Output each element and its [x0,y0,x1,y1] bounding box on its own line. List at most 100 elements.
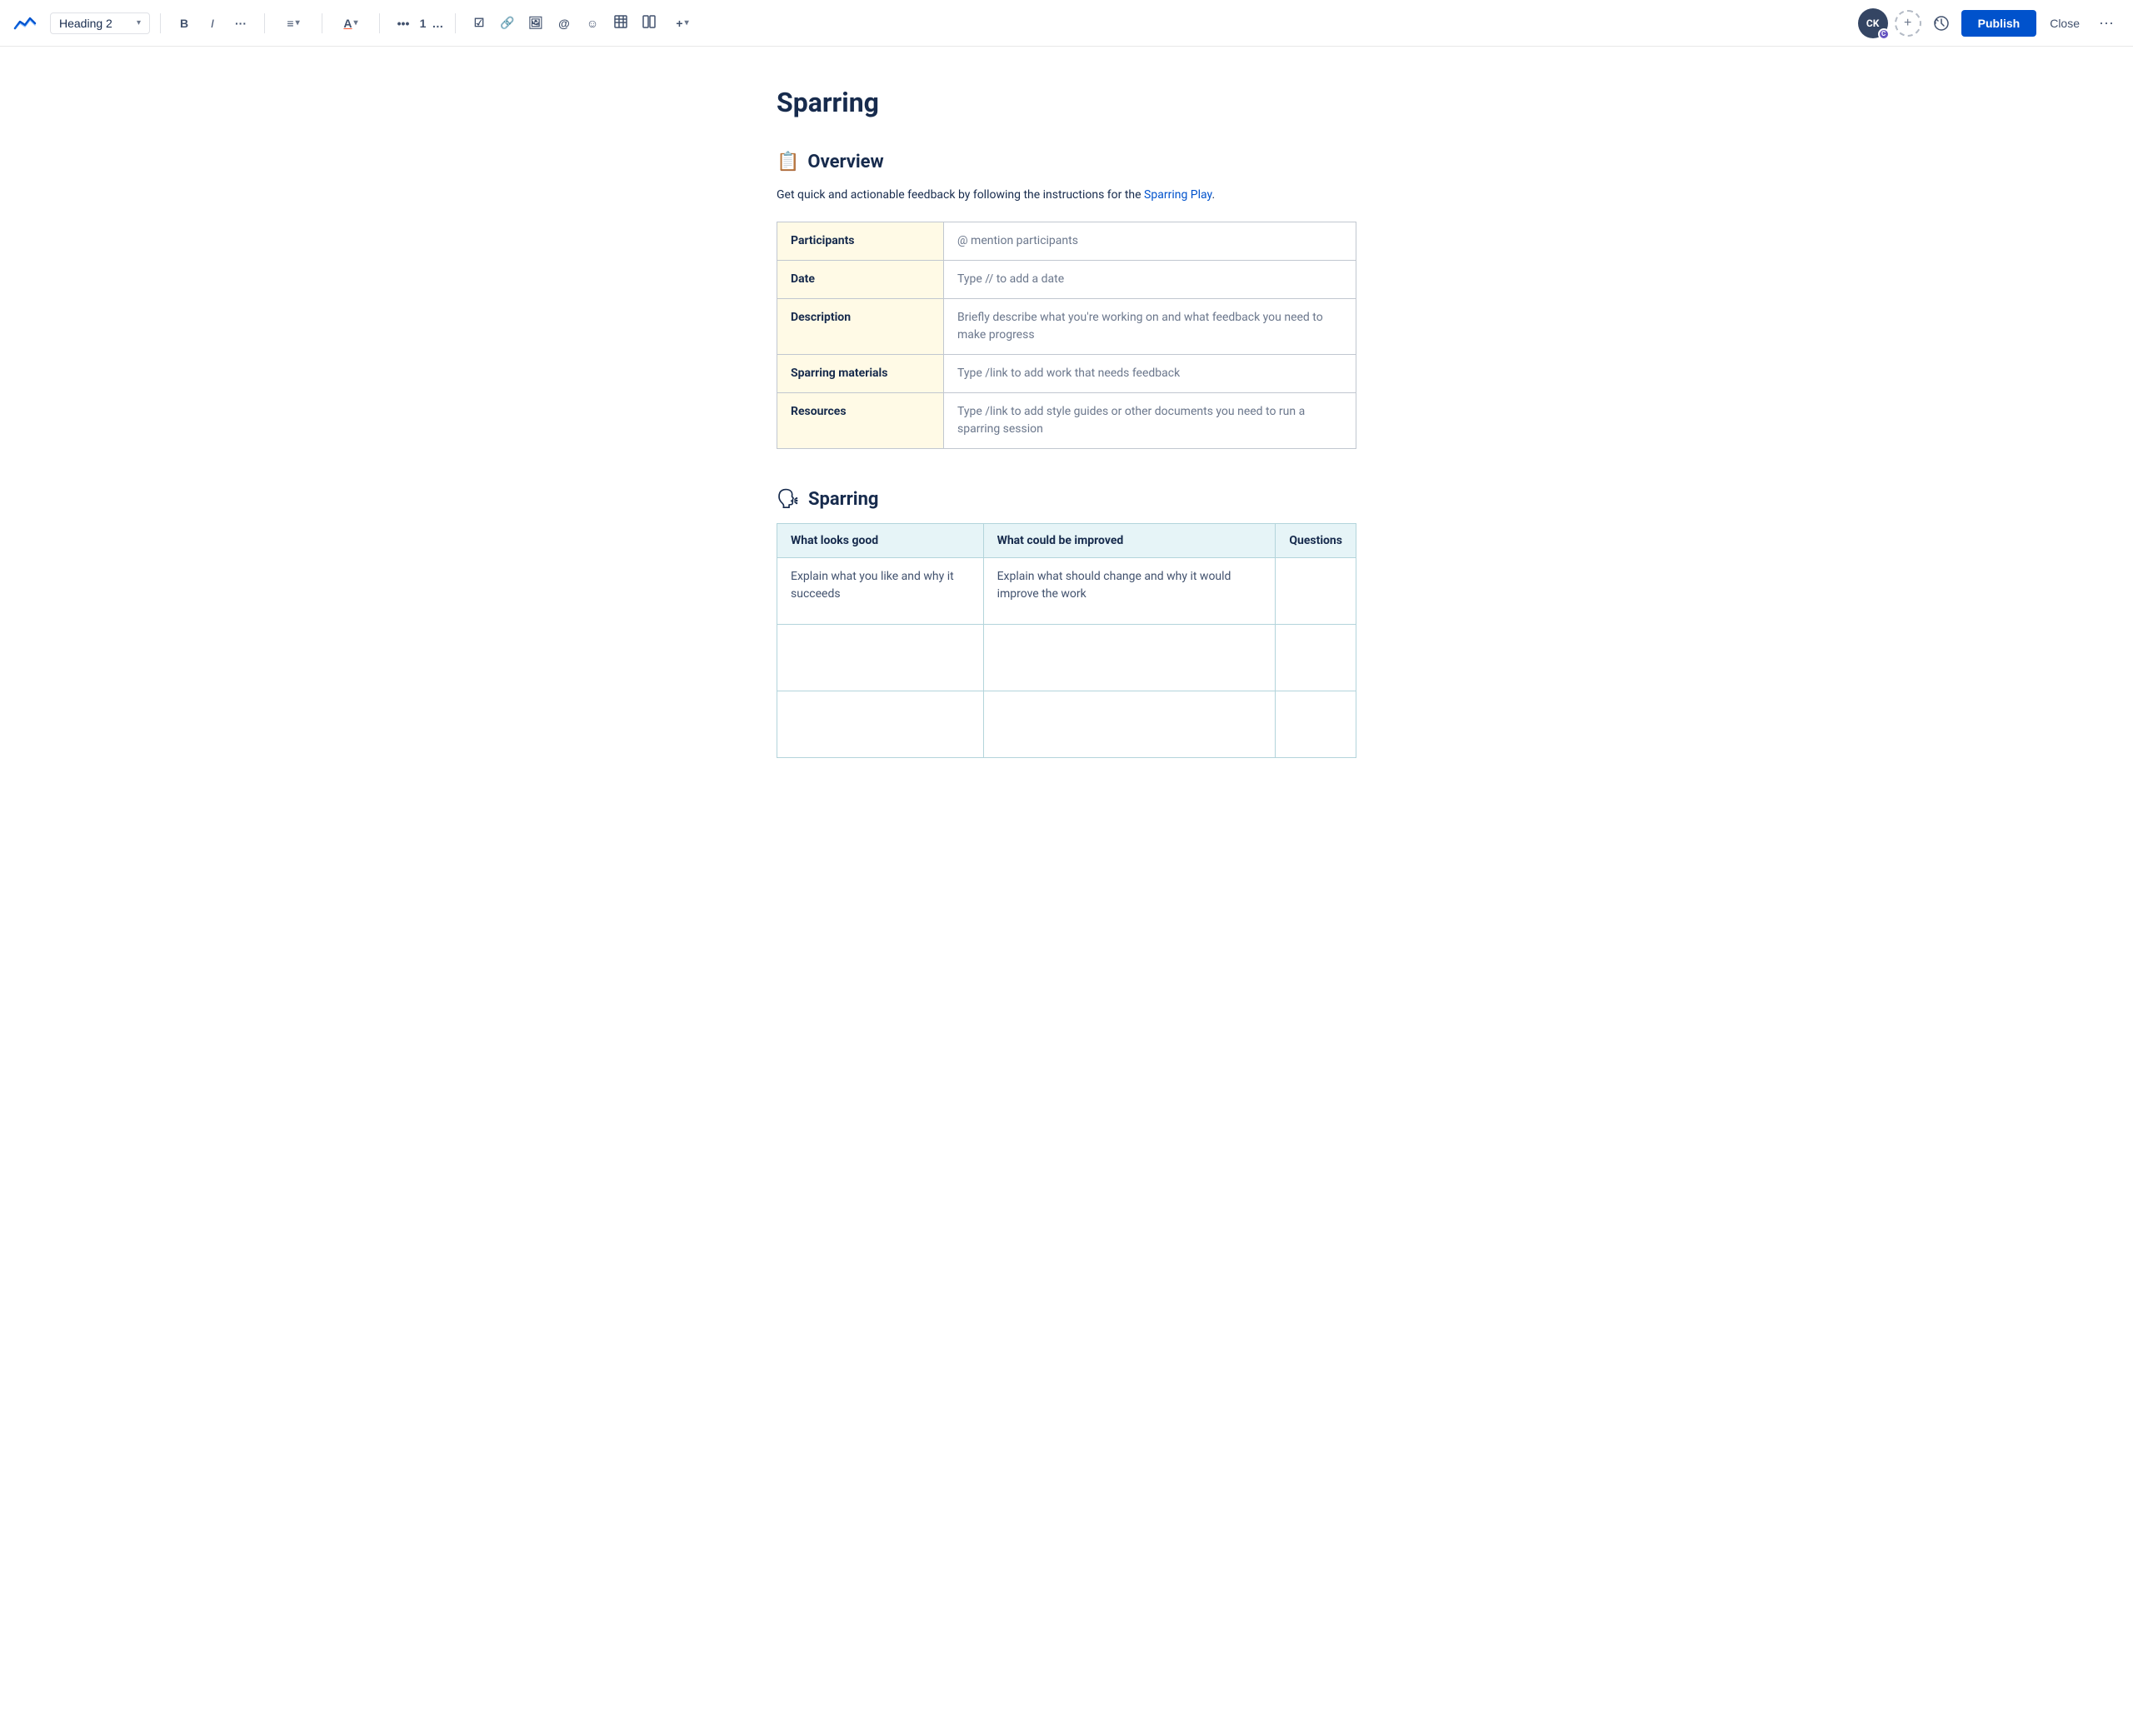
toolbar-divider-5 [455,13,456,33]
history-icon [1933,15,1950,32]
publish-button[interactable]: Publish [1961,10,2037,37]
emoji-button[interactable]: ☺ [579,10,606,37]
app-logo[interactable] [13,12,37,35]
clipboard-icon: 📋 [777,152,799,172]
sparring-column-header: What could be improved [983,523,1276,557]
sparring-cell-empty[interactable] [1276,691,1356,757]
toolbar-divider-4 [379,13,380,33]
sparring-table-row[interactable] [777,624,1356,691]
list-buttons: ••• 1 … [390,10,445,37]
image-icon: 🖼 [528,16,543,30]
sparring-cell-empty[interactable] [777,691,984,757]
text-color-button[interactable]: A ▾ [332,10,369,37]
overview-section: 📋 Overview Get quick and actionable feed… [777,152,1356,448]
sparring-cell-content[interactable]: Explain what you like and why it succeed… [777,557,984,624]
link-button[interactable]: 🔗 [494,10,521,37]
sparring-table-row[interactable] [777,691,1356,757]
task-icon: ☑ [474,16,485,30]
overview-row-label: Resources [777,392,944,448]
insert-more-button[interactable]: + ▾ [664,10,701,37]
text-color-icon: A [343,17,352,30]
intro-text-after: . [1211,188,1215,202]
sparring-column-header: Questions [1276,523,1356,557]
align-chevron-icon: ▾ [296,18,300,27]
overview-intro: Get quick and actionable feedback by fol… [777,186,1356,204]
overview-table-row[interactable]: DescriptionBriefly describe what you're … [777,298,1356,354]
more-format-icon: ··· [235,17,247,30]
more-icon: ··· [2099,14,2114,32]
sparring-cell-content[interactable]: Explain what should change and why it wo… [983,557,1276,624]
bold-icon: B [180,17,188,30]
sparring-header-row: What looks goodWhat could be improvedQue… [777,523,1356,557]
overview-table-row[interactable]: Sparring materialsType /link to add work… [777,354,1356,392]
overview-row-value[interactable]: Type /link to add style guides or other … [944,392,1356,448]
overview-row-value[interactable]: Type /link to add work that needs feedba… [944,354,1356,392]
publish-label: Publish [1978,17,2021,30]
more-format-button[interactable]: ··· [227,10,254,37]
avatar-badge: C [1878,28,1890,40]
columns-icon [642,15,656,31]
close-button[interactable]: Close [2043,13,2086,33]
overview-heading: 📋 Overview [777,152,1356,172]
bold-button[interactable]: B [171,10,197,37]
sparring-play-link[interactable]: Sparring Play [1144,188,1211,202]
sparring-cell-empty[interactable] [983,691,1276,757]
italic-button[interactable]: I [199,10,226,37]
heading-selector[interactable]: Heading 2 ▾ [50,12,150,34]
image-button[interactable]: 🖼 [522,10,549,37]
plus-icon: + [1904,16,1911,31]
more-options-button[interactable]: ··· [2093,10,2120,37]
overview-heading-text: Overview [807,152,883,172]
sparring-cell-empty[interactable] [777,624,984,691]
content-area: Sparring 📋 Overview Get quick and action… [750,47,1383,825]
sparring-heading: 🗣 Sparring [777,489,1356,510]
overview-row-value[interactable]: Briefly describe what you're working on … [944,298,1356,354]
intro-text-before: Get quick and actionable feedback by fol… [777,188,1144,202]
version-history-button[interactable] [1928,10,1955,37]
overview-row-value[interactable]: Type // to add a date [944,260,1356,298]
insert-chevron-icon: ▾ [685,18,689,27]
italic-icon: I [211,17,214,30]
toolbar-divider-2 [264,13,265,33]
close-label: Close [2050,17,2080,30]
chevron-down-icon: ▾ [137,18,141,27]
table-icon [614,15,627,31]
task-button[interactable]: ☑ [466,10,492,37]
overview-row-value[interactable]: @ mention participants [944,222,1356,260]
sparring-heading-text: Sparring [808,489,879,510]
sparring-table-row[interactable]: Explain what you like and why it succeed… [777,557,1356,624]
avatar[interactable]: CK C [1858,8,1888,38]
overview-row-label: Description [777,298,944,354]
table-button[interactable] [607,10,634,37]
plus-icon: + [676,17,682,30]
mention-button[interactable]: @ [551,10,577,37]
heading-selector-label: Heading 2 [59,17,112,30]
align-icon: ≡ [287,17,293,30]
bullet-list-icon: ••• [397,17,410,30]
overview-table-row[interactable]: Participants@ mention participants [777,222,1356,260]
bullet-list-button[interactable]: ••• [390,10,417,37]
overview-row-label: Date [777,260,944,298]
add-collaborator-button[interactable]: + [1895,10,1921,37]
overview-table-row[interactable]: DateType // to add a date [777,260,1356,298]
page-title[interactable]: Sparring [777,87,1356,118]
mention-icon: @ [558,17,570,30]
overview-row-label: Participants [777,222,944,260]
toolbar-divider-1 [160,13,161,33]
insert-buttons: ☑ 🔗 🖼 @ ☺ [466,10,701,37]
emoji-icon: ☺ [587,17,598,30]
columns-button[interactable] [636,10,662,37]
align-button[interactable]: ≡ ▾ [275,10,312,37]
overview-row-label: Sparring materials [777,354,944,392]
numbered-list-button[interactable]: 1 … [418,10,445,37]
sparring-cell-empty[interactable] [983,624,1276,691]
format-buttons: B I ··· [171,10,254,37]
avatar-initials: CK [1866,17,1879,29]
overview-table-row[interactable]: ResourcesType /link to add style guides … [777,392,1356,448]
sparring-table: What looks goodWhat could be improvedQue… [777,523,1356,758]
color-chevron-icon: ▾ [354,18,358,27]
sparring-column-header: What looks good [777,523,984,557]
overview-table: Participants@ mention participantsDateTy… [777,222,1356,449]
sparring-cell-empty[interactable] [1276,624,1356,691]
sparring-cell-empty[interactable] [1276,557,1356,624]
